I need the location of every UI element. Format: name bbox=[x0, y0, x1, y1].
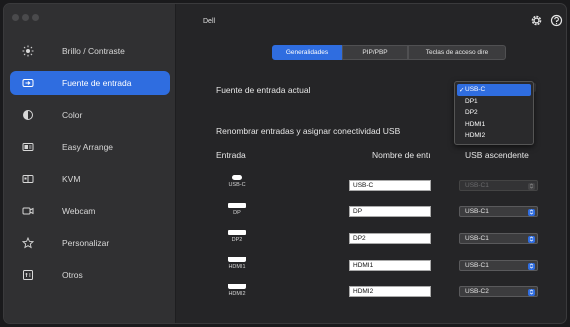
usb-upstream-select-usb-c: USB-C1 bbox=[459, 180, 538, 191]
displayport-icon bbox=[228, 230, 246, 235]
app-window: Brillo / Contraste Fuente de entrada Col… bbox=[3, 3, 567, 324]
settings-gear-icon[interactable] bbox=[530, 14, 543, 27]
window-close-button[interactable] bbox=[12, 14, 19, 21]
sidebar-item-personalize[interactable]: Personalizar bbox=[10, 231, 170, 255]
sidebar-item-label: Brillo / Contraste bbox=[62, 46, 125, 56]
help-icon[interactable] bbox=[550, 14, 563, 27]
star-icon bbox=[19, 234, 37, 252]
port-dp2: DP2 bbox=[220, 230, 254, 243]
current-input-label: Fuente de entrada actual bbox=[216, 85, 311, 95]
sidebar-item-easy-arrange[interactable]: Easy Arrange bbox=[10, 135, 170, 159]
chevron-updown-icon bbox=[528, 235, 535, 243]
sidebar-item-others[interactable]: Otros bbox=[10, 263, 170, 287]
input-source-icon bbox=[19, 74, 37, 92]
dropdown-option-hdmi2[interactable]: HDMI2 bbox=[457, 130, 531, 142]
column-header-usb: USB ascendente bbox=[465, 150, 529, 160]
dropdown-option-dp1[interactable]: DP1 bbox=[457, 96, 531, 108]
brightness-icon bbox=[19, 42, 37, 60]
port-label: HDMI2 bbox=[228, 291, 246, 297]
usb-upstream-select-hdmi2[interactable]: USB-C2 bbox=[459, 286, 538, 297]
port-label: DP2 bbox=[231, 237, 243, 243]
port-usb-c: USB-C bbox=[220, 175, 254, 188]
column-header-input: Entrada bbox=[216, 150, 246, 160]
sidebar-item-label: Webcam bbox=[62, 206, 96, 216]
dropdown-option-hdmi1[interactable]: HDMI1 bbox=[457, 119, 531, 131]
chevron-updown-icon bbox=[528, 208, 535, 216]
usb-c-port-icon bbox=[232, 175, 242, 180]
usb-select-value: USB-C2 bbox=[465, 288, 489, 295]
hdmi-port-icon bbox=[228, 257, 246, 262]
color-icon bbox=[19, 106, 37, 124]
usb-upstream-select-dp[interactable]: USB-C1 bbox=[459, 206, 538, 217]
tab-hotkeys[interactable]: Teclas de acceso dire bbox=[408, 45, 506, 60]
usb-upstream-select-hdmi1[interactable]: USB-C1 bbox=[459, 260, 538, 271]
dropdown-option-dp2[interactable]: DP2 bbox=[457, 107, 531, 119]
port-label: USB-C bbox=[228, 182, 246, 188]
input-name-field-dp[interactable]: DP bbox=[349, 206, 431, 217]
sidebar-item-brightness[interactable]: Brillo / Contraste bbox=[10, 39, 170, 63]
input-name-field-usb-c[interactable]: USB-C bbox=[349, 180, 431, 191]
sidebar-item-label: KVM bbox=[62, 174, 81, 184]
input-name-field-hdmi2[interactable]: HDMI2 bbox=[349, 286, 431, 297]
usb-select-value: USB-C1 bbox=[465, 262, 489, 269]
dropdown-option-usb-c[interactable]: ✓ USB-C bbox=[457, 84, 531, 96]
main-panel: Dell Generalidades PIP/PBP Teclas de acc… bbox=[176, 4, 566, 323]
webcam-icon bbox=[19, 202, 37, 220]
sidebar-item-label: Color bbox=[62, 110, 83, 120]
window-minimize-button[interactable] bbox=[22, 14, 29, 21]
usb-select-value: USB-C1 bbox=[465, 235, 489, 242]
usb-select-value: USB-C1 bbox=[465, 208, 489, 215]
usb-select-value: USB-C1 bbox=[465, 182, 489, 189]
port-hdmi2: HDMI2 bbox=[220, 284, 254, 297]
tab-pip-pbp[interactable]: PIP/PBP bbox=[342, 45, 408, 60]
sidebar-item-kvm[interactable]: KVM bbox=[10, 167, 170, 191]
sidebar-item-label: Easy Arrange bbox=[62, 142, 114, 152]
window-zoom-button[interactable] bbox=[32, 14, 39, 21]
chevron-updown-icon bbox=[528, 262, 535, 270]
tab-bar: Generalidades PIP/PBP Teclas de acceso d… bbox=[272, 45, 506, 60]
displayport-icon bbox=[228, 203, 246, 208]
app-title: Dell bbox=[203, 18, 216, 25]
port-label: HDMI1 bbox=[228, 264, 246, 270]
tab-general[interactable]: Generalidades bbox=[272, 45, 342, 60]
chevron-updown-icon bbox=[528, 182, 535, 190]
sidebar-item-webcam[interactable]: Webcam bbox=[10, 199, 170, 223]
easy-arrange-icon bbox=[19, 138, 37, 156]
port-hdmi1: HDMI1 bbox=[220, 257, 254, 270]
sidebar-item-label: Otros bbox=[62, 270, 83, 280]
sidebar-item-label: Fuente de entrada bbox=[62, 78, 132, 88]
kvm-icon bbox=[19, 170, 37, 188]
port-dp: DP bbox=[220, 203, 254, 216]
sidebar-item-label: Personalizar bbox=[62, 238, 110, 248]
column-header-name: Nombre de entı bbox=[372, 150, 431, 160]
input-name-field-hdmi1[interactable]: HDMI1 bbox=[349, 260, 431, 271]
rename-heading: Renombrar entradas y asignar conectivida… bbox=[216, 126, 401, 136]
hdmi-port-icon bbox=[228, 284, 246, 289]
port-label: DP bbox=[233, 210, 241, 216]
sidebar-item-color[interactable]: Color bbox=[10, 103, 170, 127]
sidebar-item-input-source[interactable]: Fuente de entrada bbox=[10, 71, 170, 95]
usb-upstream-select-dp2[interactable]: USB-C1 bbox=[459, 233, 538, 244]
option-label: USB-C bbox=[465, 86, 486, 94]
others-icon bbox=[19, 266, 37, 284]
chevron-updown-icon bbox=[528, 288, 535, 296]
current-input-dropdown: ✓ USB-C DP1 DP2 HDMI1 HDMI2 bbox=[454, 81, 534, 145]
input-name-field-dp2[interactable]: DP2 bbox=[349, 233, 431, 244]
sidebar: Brillo / Contraste Fuente de entrada Col… bbox=[4, 4, 176, 323]
